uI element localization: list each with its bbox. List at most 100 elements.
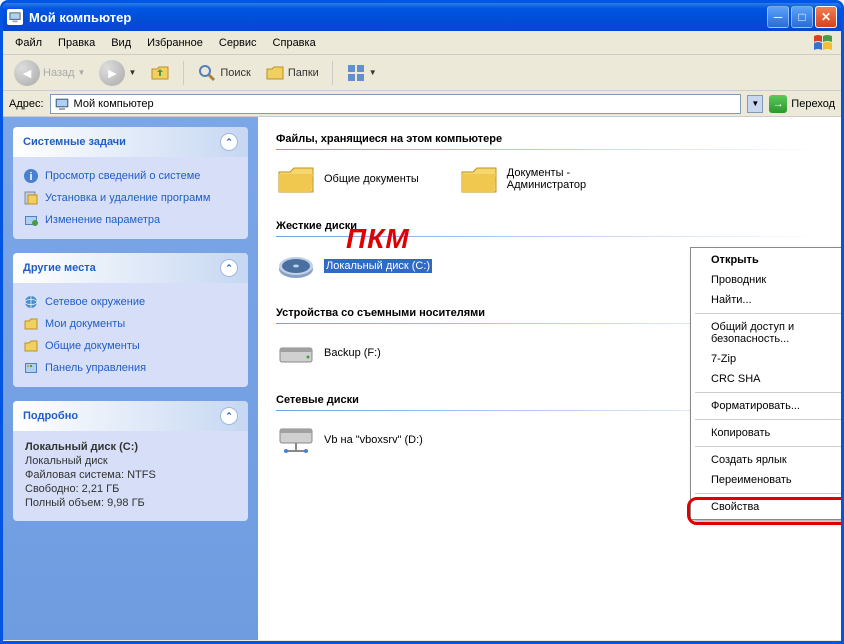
sidebar-item-shared-documents[interactable]: Общие документы: [23, 335, 238, 357]
windows-logo-icon: [813, 34, 833, 52]
panel-header[interactable]: Системные задачи ⌃: [13, 127, 248, 157]
titlebar[interactable]: Мой компьютер ─ □ ✕: [3, 3, 841, 31]
context-menu-separator: [695, 392, 841, 393]
address-label: Адрес:: [9, 98, 44, 110]
window-title: Мой компьютер: [29, 10, 767, 25]
context-menu-item[interactable]: Общий доступ и безопасность...: [693, 317, 841, 349]
network-icon: [23, 294, 39, 310]
sidebar-item-add-remove[interactable]: Установка и удаление программ: [23, 187, 238, 209]
sidebar-item-my-documents[interactable]: Мои документы: [23, 313, 238, 335]
item-network-drive-d[interactable]: Vb на "vboxsrv" (D:): [276, 423, 423, 457]
panel-header[interactable]: Другие места ⌃: [13, 253, 248, 283]
toolbar: ◄ Назад ▼ ► ▼ Поиск Папки ▼: [3, 55, 841, 91]
computer-icon: [7, 9, 23, 25]
info-icon: i: [23, 168, 39, 184]
pkm-annotation: ПКМ: [346, 223, 410, 255]
address-dropdown[interactable]: ▼: [747, 95, 763, 113]
context-menu-item[interactable]: Создать ярлык: [693, 450, 841, 470]
chevron-up-icon: ⌃: [220, 259, 238, 277]
minimize-button[interactable]: ─: [767, 6, 789, 28]
context-menu-item[interactable]: Свойства: [693, 497, 841, 517]
panel-details: Подробно ⌃ Локальный диск (C:) Локальный…: [13, 401, 248, 521]
detail-free: Свободно: 2,21 ГБ: [25, 483, 236, 495]
search-icon: [197, 63, 217, 83]
chevron-down-icon: ▼: [78, 68, 86, 77]
address-value: Мой компьютер: [74, 98, 154, 110]
go-button[interactable]: → Переход: [769, 95, 835, 113]
context-menu-item[interactable]: Открыть: [693, 250, 841, 270]
forward-button[interactable]: ► ▼: [94, 57, 141, 89]
chevron-up-icon: ⌃: [220, 407, 238, 425]
programs-icon: [23, 190, 39, 206]
item-label-selected: Локальный диск (C:): [324, 259, 432, 273]
folder-icon: [276, 162, 316, 196]
views-icon: [346, 63, 366, 83]
context-menu-item[interactable]: Переименовать: [693, 470, 841, 490]
sidebar-item-network[interactable]: Сетевое окружение: [23, 291, 238, 313]
sidebar-item-system-info[interactable]: i Просмотр сведений о системе: [23, 165, 238, 187]
close-button[interactable]: ✕: [815, 6, 837, 28]
control-panel-icon: [23, 360, 39, 376]
forward-icon: ►: [99, 60, 125, 86]
folder-up-icon: [150, 63, 170, 83]
folder-icon: [459, 162, 499, 196]
main-pane: Файлы, хранящиеся на этом компьютере Общ…: [258, 117, 841, 640]
context-menu-separator: [695, 313, 841, 314]
detail-total: Полный объем: 9,98 ГБ: [25, 497, 236, 509]
network-drive-icon: [276, 423, 316, 457]
window-controls: ─ □ ✕: [767, 6, 837, 28]
chevron-down-icon: ▼: [369, 68, 377, 77]
folders-button[interactable]: Папки: [260, 60, 324, 86]
maximize-button[interactable]: □: [791, 6, 813, 28]
menu-favorites[interactable]: Избранное: [139, 33, 211, 53]
detail-name: Локальный диск (C:): [25, 441, 236, 453]
context-menu-separator: [695, 493, 841, 494]
context-menu-item[interactable]: Найти...: [693, 290, 841, 310]
section-header-files: Файлы, хранящиеся на этом компьютере: [276, 133, 823, 145]
panel-other-places: Другие места ⌃ Сетевое окружение Мои док…: [13, 253, 248, 387]
sidebar-item-change-setting[interactable]: Изменение параметра: [23, 209, 238, 231]
search-button[interactable]: Поиск: [192, 60, 255, 86]
go-icon: →: [769, 95, 787, 113]
item-backup-f[interactable]: Backup (F:): [276, 336, 381, 370]
context-menu-item[interactable]: 7-Zip▶: [693, 349, 841, 369]
context-menu-item[interactable]: CRC SHA▶: [693, 369, 841, 389]
context-menu: ОткрытьПроводникНайти... Общий доступ и б…: [690, 247, 841, 520]
panel-header[interactable]: Подробно ⌃: [13, 401, 248, 431]
context-menu-separator: [695, 446, 841, 447]
menu-view[interactable]: Вид: [103, 33, 139, 53]
address-input[interactable]: Мой компьютер: [50, 94, 742, 114]
menu-edit[interactable]: Правка: [50, 33, 103, 53]
back-icon: ◄: [14, 60, 40, 86]
computer-icon: [54, 96, 70, 112]
menu-help[interactable]: Справка: [265, 33, 324, 53]
menu-file[interactable]: Файл: [7, 33, 50, 53]
folder-icon: [23, 338, 39, 354]
folders-icon: [265, 63, 285, 83]
content-area: Системные задачи ⌃ i Просмотр сведений о…: [3, 117, 841, 640]
menu-tools[interactable]: Сервис: [211, 33, 265, 53]
menubar: Файл Правка Вид Избранное Сервис Справка: [3, 31, 841, 55]
detail-type: Локальный диск: [25, 455, 236, 467]
context-menu-item[interactable]: Проводник: [693, 270, 841, 290]
drive-icon: [276, 336, 316, 370]
context-menu-separator: [695, 419, 841, 420]
detail-filesystem: Файловая система: NTFS: [25, 469, 236, 481]
item-shared-documents[interactable]: Общие документы: [276, 162, 419, 196]
documents-icon: [23, 316, 39, 332]
views-button[interactable]: ▼: [341, 60, 382, 86]
item-admin-documents[interactable]: Документы - Администратор: [459, 162, 647, 196]
sidebar-item-control-panel[interactable]: Панель управления: [23, 357, 238, 379]
chevron-up-icon: ⌃: [220, 133, 238, 151]
settings-icon: [23, 212, 39, 228]
up-button[interactable]: [145, 60, 175, 86]
disk-icon: [276, 249, 316, 283]
addressbar: Адрес: Мой компьютер ▼ → Переход: [3, 91, 841, 117]
back-button[interactable]: ◄ Назад ▼: [9, 57, 90, 89]
context-menu-item[interactable]: Форматировать...: [693, 396, 841, 416]
context-menu-item[interactable]: Копировать: [693, 423, 841, 443]
panel-system-tasks: Системные задачи ⌃ i Просмотр сведений о…: [13, 127, 248, 239]
svg-text:i: i: [29, 171, 32, 183]
explorer-window: Мой компьютер ─ □ ✕ Файл Правка Вид Избр…: [0, 0, 844, 644]
sidebar: Системные задачи ⌃ i Просмотр сведений о…: [3, 117, 258, 640]
